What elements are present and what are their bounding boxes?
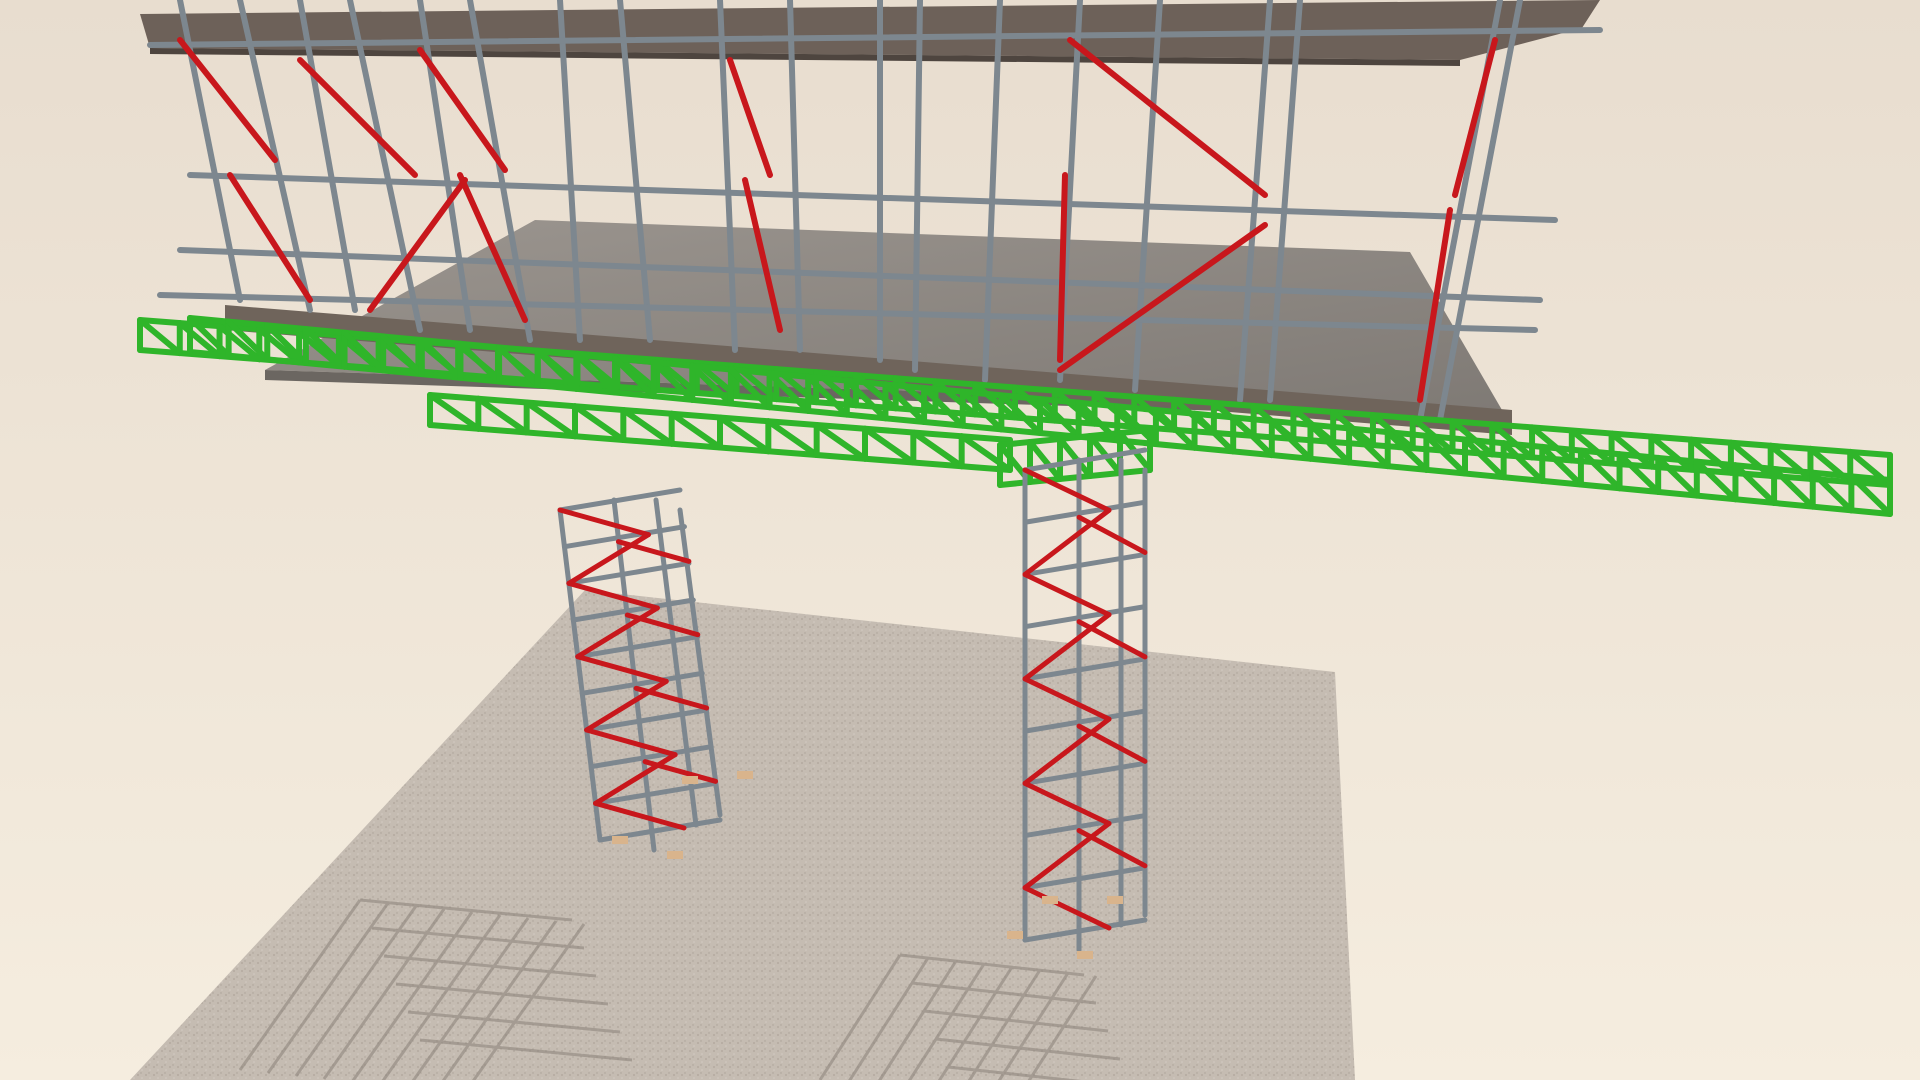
base-plate bbox=[1077, 951, 1093, 959]
base-plate bbox=[1107, 896, 1123, 904]
base-plate bbox=[682, 776, 698, 784]
base-plate bbox=[667, 851, 683, 859]
base-plate bbox=[1007, 931, 1023, 939]
base-plate bbox=[612, 836, 628, 844]
base-plate bbox=[737, 771, 753, 779]
viewport-3d-scene[interactable] bbox=[0, 0, 1920, 1080]
scaffold-render bbox=[0, 0, 1920, 1080]
base-plate bbox=[1042, 896, 1058, 904]
